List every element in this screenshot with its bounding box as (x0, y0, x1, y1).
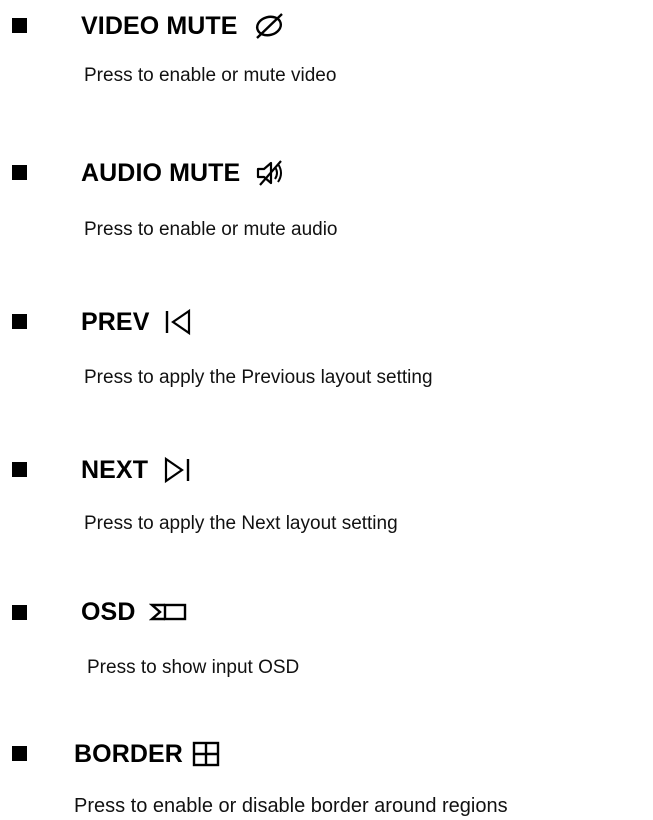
heading-next: NEXT (81, 454, 192, 486)
bullet-square (12, 746, 27, 761)
description: Press to enable or mute audio (84, 219, 338, 240)
heading-label: OSD (81, 598, 136, 626)
heading-label: NEXT (81, 456, 149, 484)
previous-icon (163, 308, 193, 336)
bullet-square (12, 462, 27, 477)
heading-video-mute: VIDEO MUTE (81, 10, 286, 42)
heading-label: BORDER (74, 740, 183, 768)
border-icon (191, 740, 221, 768)
heading-audio-mute: AUDIO MUTE (81, 157, 288, 189)
heading-osd: OSD (81, 596, 189, 628)
bullet-square (12, 314, 27, 329)
heading-label: VIDEO MUTE (81, 12, 238, 40)
next-icon (162, 456, 192, 484)
heading-border: BORDER (74, 738, 221, 770)
osd-icon (149, 600, 189, 624)
description: Press to show input OSD (87, 657, 300, 678)
page: { "items": [ { "label": "VIDEO MUTE", "i… (0, 0, 653, 820)
heading-label: AUDIO MUTE (81, 159, 241, 187)
description: Press to apply the Previous layout setti… (84, 367, 433, 388)
audio-mute-icon (254, 159, 288, 187)
description: Press to enable or disable border around… (74, 795, 508, 817)
description: Press to enable or mute video (84, 65, 337, 86)
bullet-square (12, 165, 27, 180)
bullet-square (12, 605, 27, 620)
heading-prev: PREV (81, 306, 193, 338)
heading-label: PREV (81, 308, 150, 336)
video-mute-icon (252, 12, 286, 40)
description: Press to apply the Next layout setting (84, 513, 398, 534)
bullet-square (12, 18, 27, 33)
